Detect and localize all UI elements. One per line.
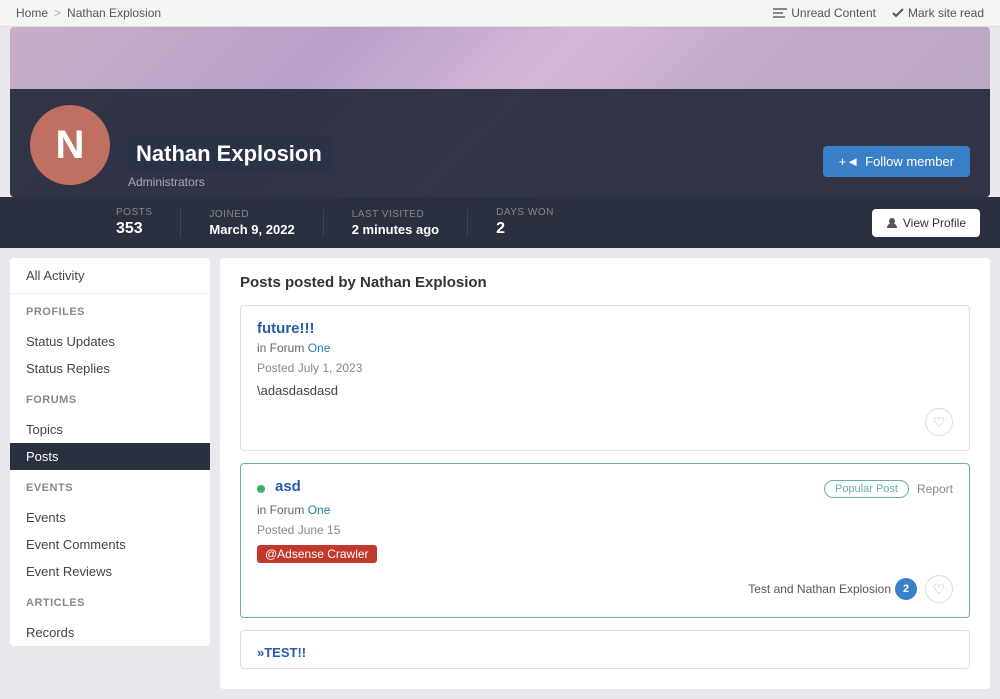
sidebar-events-title: EVENTS [26,482,194,494]
top-bar-right: Unread Content Mark site read [773,6,984,20]
post-badges: Popular Post Report [824,480,953,498]
mention-tag[interactable]: @Adsense Crawler [257,545,377,563]
content-title: Posts posted by Nathan Explosion [240,274,970,291]
sidebar: All Activity PROFILES Status Updates Sta… [10,258,210,646]
sidebar-profiles-section: PROFILES [10,294,210,328]
like-button[interactable]: ♡ [925,575,953,603]
profile-role: Administrators [126,175,332,189]
stat-last-visited: LAST VISITED 2 minutes ago [352,209,468,237]
sidebar-forums-title: FORUMS [26,394,194,406]
sidebar-item-event-reviews[interactable]: Event Reviews [10,558,210,585]
post-body: @Adsense Crawler [257,545,953,563]
sidebar-articles-section: ARTICLES [10,585,210,619]
follow-icon: +◄ [839,154,859,169]
post-date: Posted July 1, 2023 [257,361,953,375]
stat-posts: POSTS 353 [116,207,181,238]
online-indicator [257,485,265,493]
breadcrumb: Home > Nathan Explosion [16,6,161,20]
stat-days-won: DAYS WON 2 [496,207,582,238]
profile-header: N Nathan Explosion Administrators +◄ Fol… [10,27,990,197]
profile-name-block: Nathan Explosion Administrators [126,137,332,197]
like-count-area: Test and Nathan Explosion 2 [748,578,917,600]
post-title-row: asd [257,478,301,499]
sidebar-item-event-comments[interactable]: Event Comments [10,531,210,558]
sidebar-item-status-replies[interactable]: Status Replies [10,355,210,382]
sidebar-item-events[interactable]: Events [10,504,210,531]
sidebar-profiles-title: PROFILES [26,306,194,318]
post-footer: Test and Nathan Explosion 2 ♡ [257,575,953,603]
main-layout: All Activity PROFILES Status Updates Sta… [10,258,990,689]
view-profile-button[interactable]: View Profile [872,209,980,237]
stat-joined: JOINED March 9, 2022 [209,209,323,237]
sidebar-events-section: EVENTS [10,470,210,504]
breadcrumb-home[interactable]: Home [16,6,48,20]
like-button[interactable]: ♡ [925,408,953,436]
unread-content-link[interactable]: Unread Content [773,6,876,20]
like-circle: 2 [895,578,917,600]
likers-text: Test and Nathan Explosion [748,582,891,596]
profile-name: Nathan Explosion [126,137,332,171]
person-icon [886,217,898,229]
post-date: Posted June 15 [257,523,953,537]
post-title[interactable]: asd [275,478,301,495]
check-icon [892,8,904,18]
breadcrumb-separator: > [54,6,61,20]
profile-left: N Nathan Explosion Administrators [30,105,332,197]
top-bar: Home > Nathan Explosion Unread Content M… [0,0,1000,27]
sidebar-articles-title: ARTICLES [26,597,194,609]
content-area: Posts posted by Nathan Explosion future!… [220,258,990,689]
post-card-popular: asd Popular Post Report in Forum One Pos… [240,463,970,618]
post-title-partial[interactable]: »TEST!! [257,645,953,660]
follow-button[interactable]: +◄ Follow member [823,146,970,177]
sidebar-item-status-updates[interactable]: Status Updates [10,328,210,355]
stats-bar: POSTS 353 JOINED March 9, 2022 LAST VISI… [0,197,1000,248]
mark-read-link[interactable]: Mark site read [892,6,984,20]
post-forum: in Forum One [257,341,953,355]
avatar: N [30,105,110,185]
sidebar-item-records[interactable]: Records [10,619,210,646]
post-title[interactable]: future!!! [257,320,953,337]
post-card: future!!! in Forum One Posted July 1, 20… [240,305,970,451]
post-footer: ♡ [257,408,953,436]
report-link[interactable]: Report [917,482,953,496]
sidebar-item-all-activity[interactable]: All Activity [10,258,210,294]
post-forum: in Forum One [257,503,953,517]
sidebar-forums-section: FORUMS [10,382,210,416]
popular-badge: Popular Post [824,480,909,498]
post-content: \adasdasdasd [257,383,953,398]
list-icon [773,8,787,18]
sidebar-item-topics[interactable]: Topics [10,416,210,443]
breadcrumb-current: Nathan Explosion [67,6,161,20]
sidebar-item-posts[interactable]: Posts [10,443,210,470]
forum-link[interactable]: One [308,503,331,517]
profile-header-content: N Nathan Explosion Administrators +◄ Fol… [10,89,990,197]
post-header: asd Popular Post Report [257,478,953,499]
forum-link[interactable]: One [308,341,331,355]
post-card-partial: »TEST!! [240,630,970,669]
